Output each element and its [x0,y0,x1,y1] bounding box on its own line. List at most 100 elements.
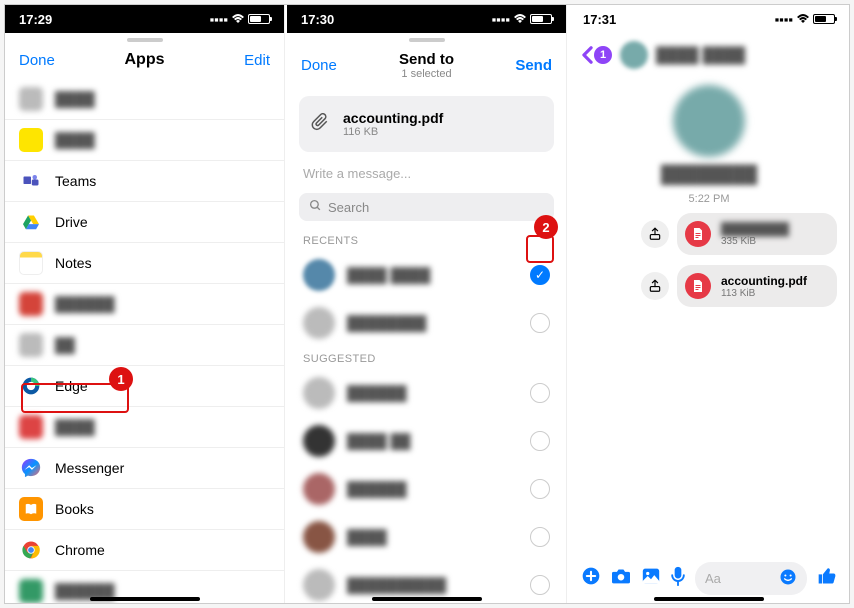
message-field[interactable]: Aa [695,562,807,595]
chrome-icon [19,538,43,562]
file-info: accounting.pdf 113 KiB [721,274,807,299]
status-bar: 17:31 ▪▪▪▪ [569,5,849,33]
contact-row[interactable]: ████ [287,513,566,561]
contact-name: ██████ [347,385,518,401]
file-size: 335 KiB [721,236,789,247]
app-label: ██ [55,337,75,353]
camera-icon[interactable] [611,567,631,590]
nav-bar: Done Send to 1 selected Send [287,45,566,90]
chat-input-bar: Aa [569,562,849,595]
profile-avatar[interactable] [673,85,745,157]
message-input[interactable]: Write a message... [287,158,566,189]
app-icon [19,415,43,439]
home-indicator[interactable] [372,597,482,601]
teams-icon [19,169,43,193]
app-row[interactable]: ██ [5,325,284,366]
app-row-books[interactable]: Books [5,489,284,530]
app-row[interactable]: ████ [5,407,284,448]
contact-row[interactable]: ████ ████ ✓ [287,251,566,299]
gallery-icon[interactable] [641,567,661,590]
app-row-edge[interactable]: Edge [5,366,284,407]
app-row[interactable]: ██████ [5,284,284,325]
file-bubble[interactable]: accounting.pdf 113 KiB [677,265,837,307]
sheet-grabber[interactable] [287,35,566,45]
attachment-size: 116 KB [343,126,443,138]
search-field[interactable]: Search [299,193,554,221]
contact-name: ████ [347,529,518,545]
app-row-messenger[interactable]: Messenger [5,448,284,489]
app-row-notes[interactable]: Notes [5,243,284,284]
radio-unchecked[interactable] [530,313,550,333]
chat-title[interactable]: ████ ████ [656,47,745,64]
battery-icon [530,14,552,24]
forward-button[interactable] [641,220,669,248]
nav-title: Apps [69,51,220,69]
app-icon [19,87,43,111]
status-icons: ▪▪▪▪ [492,12,552,27]
app-label: Teams [55,173,96,189]
edit-button[interactable]: Edit [220,52,270,69]
emoji-icon[interactable] [779,568,797,589]
wifi-icon [796,12,810,27]
app-row-chrome[interactable]: Chrome [5,530,284,571]
app-row[interactable]: ████ [5,79,284,120]
section-recents: RECENTS [287,229,566,251]
file-name: accounting.pdf [721,274,807,288]
wifi-icon [513,12,527,27]
contact-row[interactable]: ████ ██ [287,417,566,465]
attachment-card[interactable]: accounting.pdf 116 KB [299,96,554,152]
app-label: Edge [55,378,88,394]
signal-icon: ▪▪▪▪ [775,12,793,27]
avatar [303,425,335,457]
contact-row[interactable]: ████████ [287,299,566,347]
contact-name: ████ ██ [347,433,518,449]
avatar [303,259,335,291]
tutorial-triptych: 17:29 ▪▪▪▪ Done Apps Edit ████ ████ Team… [4,4,850,604]
app-row-drive[interactable]: Drive [5,202,284,243]
app-label: Messenger [55,460,124,476]
nav-bar: Done Apps Edit [5,45,284,79]
status-icons: ▪▪▪▪ [210,12,270,27]
app-row[interactable]: ████ [5,120,284,161]
home-indicator[interactable] [654,597,764,601]
contact-row[interactable]: ██████ [287,369,566,417]
radio-unchecked[interactable] [530,383,550,403]
radio-checked[interactable]: ✓ [530,265,550,285]
step-badge-1: 1 [109,367,133,391]
status-time: 17:30 [301,12,334,27]
notes-icon [19,251,43,275]
signal-icon: ▪▪▪▪ [210,12,228,27]
done-button[interactable]: Done [19,52,69,69]
search-placeholder: Search [328,200,369,215]
radio-unchecked[interactable] [530,431,550,451]
header-avatar[interactable] [620,41,648,69]
send-button[interactable]: Send [502,57,552,74]
screen-messenger-send-to: 17:30 ▪▪▪▪ Done Send to 1 selected Send … [287,5,567,603]
contact-name: ██████ [347,481,518,497]
app-label: ████ [55,91,95,107]
app-row-teams[interactable]: Teams [5,161,284,202]
app-label: Drive [55,214,88,230]
back-button[interactable]: 1 [581,46,612,64]
done-button[interactable]: Done [301,57,351,74]
plus-icon[interactable] [581,566,601,591]
sheet-grabber[interactable] [5,35,284,45]
radio-unchecked[interactable] [530,575,550,595]
microphone-icon[interactable] [671,566,685,591]
file-name: ████████ [721,222,789,236]
forward-button[interactable] [641,272,669,300]
thumbs-up-icon[interactable] [817,566,837,592]
status-icons: ▪▪▪▪ [775,12,835,27]
drive-icon [19,210,43,234]
screen-share-sheet-apps: 17:29 ▪▪▪▪ Done Apps Edit ████ ████ Team… [5,5,285,603]
contact-row[interactable]: ██████ [287,465,566,513]
app-icon [19,333,43,357]
paperclip-icon [311,113,329,136]
file-info: ████████ 335 KiB [721,222,789,247]
radio-unchecked[interactable] [530,479,550,499]
radio-unchecked[interactable] [530,527,550,547]
file-bubble[interactable]: ████████ 335 KiB [677,213,837,255]
home-indicator[interactable] [90,597,200,601]
app-label: Chrome [55,542,105,558]
file-size: 113 KiB [721,288,807,299]
